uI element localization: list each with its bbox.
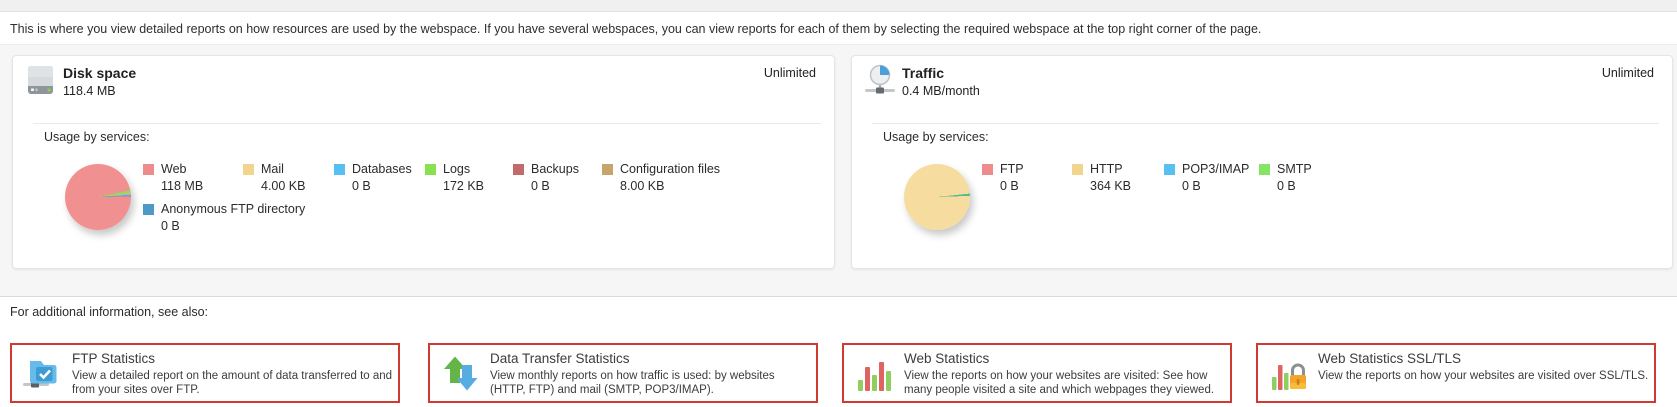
traffic-card: Traffic 0.4 MB/month Unlimited Usage by … [851, 55, 1673, 269]
ftp-folder-check-icon [23, 354, 63, 394]
web-statistics-ssl-tls-link[interactable]: Web Statistics SSL/TLS View the reports … [1256, 343, 1656, 403]
legend-item-mail: Mail 4.00 KB [243, 162, 334, 193]
traffic-usage-pie-chart [904, 164, 970, 230]
data-transfer-statistics-link[interactable]: Data Transfer Statistics View monthly re… [428, 343, 818, 403]
legend-item-backups: Backups 0 B [513, 162, 602, 193]
legend-swatch [334, 164, 345, 175]
legend-item-ftp: FTP 0 B [982, 162, 1072, 193]
traffic-usage-legend: FTP 0 B HTTP 364 KB POP3/IMAP 0 B SMTP 0… [982, 162, 1664, 193]
disk-usage-value: 118.4 MB [63, 84, 116, 98]
legend-swatch [425, 164, 436, 175]
legend-swatch [513, 164, 524, 175]
legend-item-smtp: SMTP 0 B [1259, 162, 1312, 193]
legend-swatch [1259, 164, 1270, 175]
card-divider [33, 123, 821, 124]
link-description: View monthly reports on how traffic is u… [490, 370, 811, 397]
legend-swatch [982, 164, 993, 175]
legend-item-web: Web 118 MB [143, 162, 243, 193]
cards-zone: Disk space 118.4 MB Unlimited Usage by s… [0, 44, 1677, 297]
link-description: View the reports on how your websites ar… [904, 370, 1225, 397]
up-down-arrows-icon [441, 354, 481, 394]
bar-chart-lock-icon [1269, 354, 1309, 394]
link-title: FTP Statistics [72, 351, 155, 366]
link-description: View a detailed report on the amount of … [72, 370, 393, 397]
page-top-strip [0, 0, 1677, 12]
legend-swatch [1164, 164, 1175, 175]
traffic-limit-label: Unlimited [1602, 66, 1654, 80]
link-title: Web Statistics SSL/TLS [1318, 351, 1461, 366]
see-also-label: For additional information, see also: [10, 305, 208, 319]
legend-item-configuration-files: Configuration files 8.00 KB [602, 162, 720, 193]
link-title: Data Transfer Statistics [490, 351, 630, 366]
legend-swatch [602, 164, 613, 175]
bar-chart-icon [855, 354, 895, 394]
ftp-statistics-link[interactable]: FTP Statistics View a detailed report on… [10, 343, 400, 403]
legend-swatch [143, 204, 154, 215]
disk-usage-legend: Web 118 MB Mail 4.00 KB Databases 0 B Lo… [143, 162, 826, 233]
disk-limit-label: Unlimited [764, 66, 816, 80]
usage-by-services-label: Usage by services: [44, 130, 150, 144]
disk-usage-pie-chart [65, 164, 131, 230]
traffic-usage-value: 0.4 MB/month [902, 84, 980, 98]
disk-space-card: Disk space 118.4 MB Unlimited Usage by s… [12, 55, 835, 269]
legend-swatch [243, 164, 254, 175]
traffic-pie-icon [864, 64, 896, 98]
hard-drive-icon [25, 64, 57, 98]
legend-item-anonymous-ftp: Anonymous FTP directory 0 B [143, 202, 305, 233]
card-title: Disk space [63, 65, 136, 81]
card-divider [872, 123, 1659, 124]
card-title: Traffic [902, 65, 944, 81]
legend-swatch [1072, 164, 1083, 175]
usage-by-services-label: Usage by services: [883, 130, 989, 144]
legend-item-logs: Logs 172 KB [425, 162, 513, 193]
legend-swatch [143, 164, 154, 175]
legend-item-http: HTTP 364 KB [1072, 162, 1164, 193]
web-statistics-link[interactable]: Web Statistics View the reports on how y… [842, 343, 1232, 403]
legend-item-databases: Databases 0 B [334, 162, 425, 193]
link-description: View the reports on how your websites ar… [1318, 370, 1649, 384]
intro-text: This is where you view detailed reports … [10, 22, 1261, 36]
link-title: Web Statistics [904, 351, 989, 366]
legend-item-pop3-imap: POP3/IMAP 0 B [1164, 162, 1259, 193]
